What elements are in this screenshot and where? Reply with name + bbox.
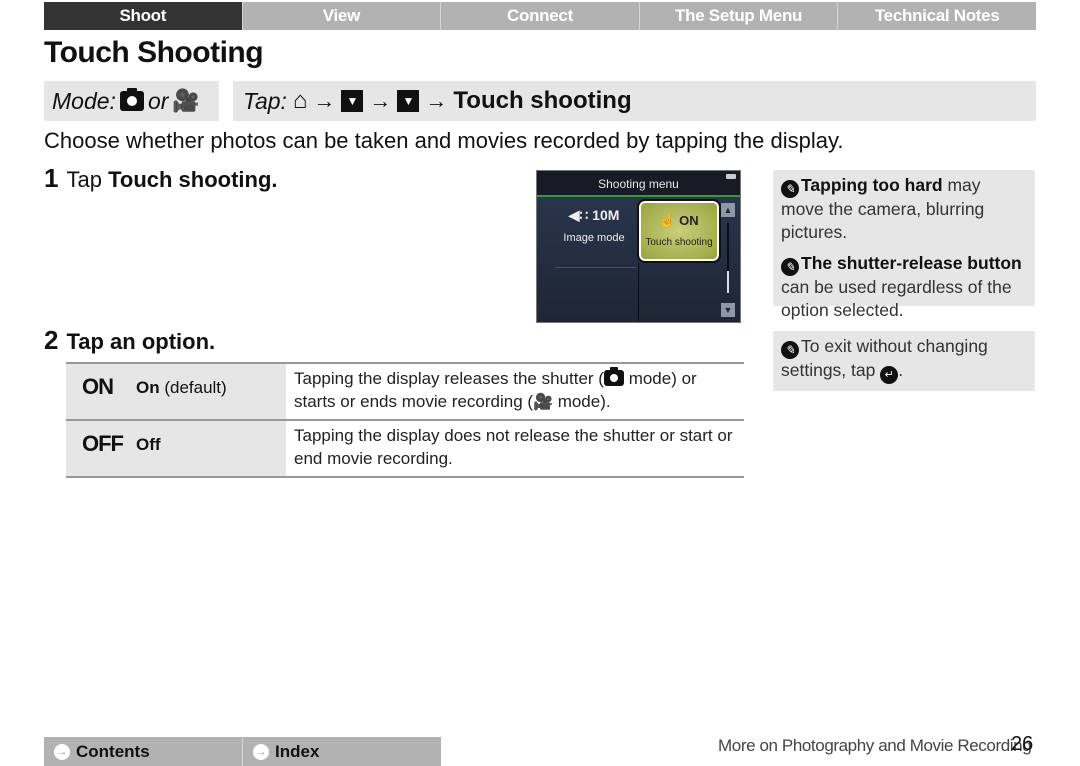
mode-bar: Mode: or 🎥 — [44, 81, 219, 121]
scroll-down-icon: ▼ — [397, 90, 420, 112]
section-title: More on Photography and Movie Recording — [718, 736, 1032, 755]
back-icon: ↵ — [880, 366, 899, 384]
step-number: 1 — [44, 163, 59, 193]
table-row: ON On (default) Tapping the display rele… — [66, 364, 744, 421]
page-number: 26 — [1011, 733, 1034, 755]
step-text: Tap Touch shooting. — [66, 167, 277, 193]
image-mode-label: Image mode — [563, 232, 625, 244]
tab-technical-notes[interactable]: Technical Notes — [838, 2, 1036, 30]
tap-path-bar: Tap: ⌂ → ▼ → ▼ → Touch shooting — [233, 81, 1036, 121]
option-description: Tapping the display releases the shutter… — [286, 364, 744, 419]
step-1: 1 Tap Touch shooting. — [44, 163, 278, 194]
touch-shooting-item: ☝ ON Touch shooting — [637, 199, 721, 263]
off-icon: OFF — [82, 431, 124, 456]
option-description: Tapping the display does not release the… — [294, 426, 733, 468]
image-size-icon: ◀∷ — [568, 207, 589, 223]
table-row: OFF Off Tapping the display does not rel… — [66, 421, 744, 478]
step-text-bold: Touch shooting. — [108, 167, 278, 192]
divider — [638, 263, 639, 322]
arrow-icon: → — [313, 88, 336, 113]
arrow-icon: → — [369, 88, 392, 113]
scroll-down-icon: ▼ — [341, 90, 364, 112]
arrow-right-icon: → — [253, 743, 269, 760]
exit-note-box: ✎ To exit without changing settings, tap … — [773, 331, 1035, 391]
options-table: ON On (default) Tapping the display rele… — [66, 362, 744, 478]
contents-label: Contents — [76, 741, 150, 761]
note-bold: Tapping too hard — [801, 175, 943, 195]
note-end: . — [898, 360, 904, 380]
tab-view[interactable]: View — [242, 2, 442, 30]
arrow-right-icon: → — [54, 743, 70, 760]
scroll-thumb — [727, 271, 729, 293]
option-key: ON On (default) — [66, 364, 286, 419]
note-shutter: ✎ The shutter-release button can be used … — [781, 252, 1027, 322]
index-link[interactable]: → Index — [243, 737, 441, 766]
note-tapping: ✎ Tapping too hard may move the camera, b… — [781, 174, 1027, 244]
image-mode-value: 10M — [592, 207, 620, 223]
step-2: 2 Tap an option. — [44, 325, 215, 356]
image-mode-item: ◀∷ 10M Image mode — [549, 207, 639, 244]
touch-shooting-label: Touch shooting — [645, 237, 713, 248]
option-label: On (default) — [136, 374, 227, 398]
battery-icon — [726, 174, 736, 179]
on-icon: ON — [82, 374, 114, 399]
index-label: Index — [275, 741, 320, 761]
contents-link[interactable]: → Contents — [44, 737, 243, 766]
tab-connect[interactable]: Connect — [441, 2, 640, 30]
pencil-icon: ✎ — [781, 258, 799, 276]
intro-text: Choose whether photos can be taken and m… — [44, 128, 844, 153]
touch-icon: ☝ — [659, 213, 676, 228]
touch-shooting-value: ON — [679, 213, 699, 228]
movie-camera-icon: 🎥 — [172, 88, 200, 113]
pencil-icon: ✎ — [781, 180, 799, 198]
scroll-down-icon: ▼ — [721, 303, 735, 317]
option-name: Off — [136, 435, 161, 454]
page-title: Touch Shooting — [44, 36, 264, 69]
bottom-navigation: → Contents → Index — [44, 737, 441, 766]
camera-icon — [119, 88, 144, 111]
divider — [555, 267, 637, 268]
step-text: Tap an option. — [66, 329, 216, 354]
pencil-icon: ✎ — [781, 341, 799, 359]
screen-title: Shooting menu — [598, 177, 679, 191]
top-navigation: Shoot View Connect The Setup Menu Techni… — [44, 2, 1036, 30]
movie-camera-icon: 🎥 — [533, 394, 553, 411]
option-name: On — [136, 378, 160, 397]
option-default: (default) — [159, 378, 227, 397]
step-text-prefix: Tap — [66, 167, 102, 192]
note-exit: ✎ To exit without changing settings, tap … — [781, 335, 1027, 384]
home-icon: ⌂ — [292, 87, 308, 114]
tap-label: Tap: — [243, 87, 287, 114]
note-bold: The shutter-release button — [801, 253, 1022, 273]
camera-icon — [603, 367, 624, 386]
option-label: Off — [136, 431, 161, 455]
arrow-icon: → — [425, 88, 448, 113]
mode-label: Mode: — [52, 87, 116, 114]
screen-header: Shooting menu — [537, 171, 740, 197]
tab-setup-menu[interactable]: The Setup Menu — [639, 2, 839, 30]
option-key: OFF Off — [66, 421, 286, 476]
tap-destination: Touch shooting — [453, 87, 632, 114]
scroll-up-icon: ▲ — [721, 203, 735, 217]
notes-box: ✎ Tapping too hard may move the camera, b… — [773, 170, 1035, 320]
step-number: 2 — [44, 325, 59, 355]
desc-text: mode). — [552, 392, 611, 411]
mode-or: or — [147, 87, 169, 114]
desc-text: Tapping the display releases the shutter… — [294, 369, 604, 388]
camera-screen-illustration: Shooting menu ◀∷ 10M Image mode ☝ ON Tou… — [536, 170, 741, 323]
note-text: can be used regardless of the option sel… — [781, 277, 1012, 320]
tab-shoot[interactable]: Shoot — [44, 2, 243, 30]
